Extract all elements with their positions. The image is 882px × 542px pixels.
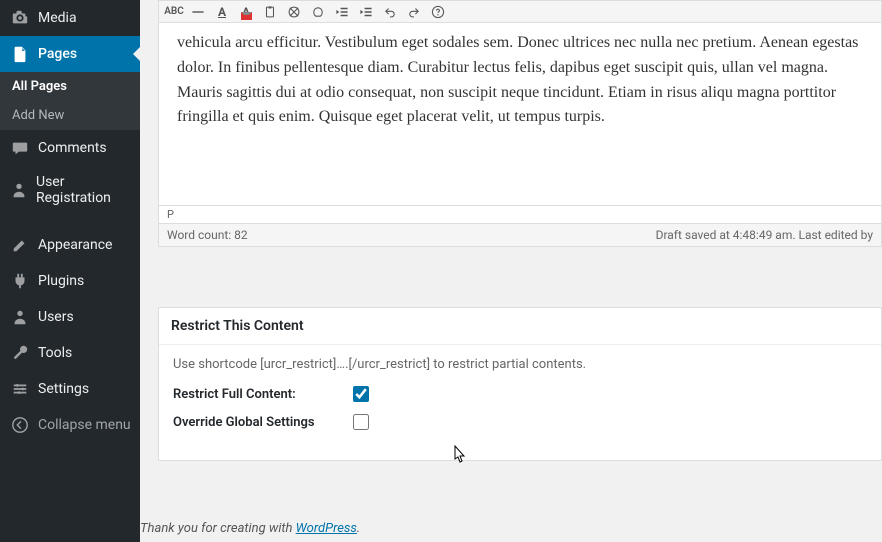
sidebar-subitem-add-new[interactable]: Add New [0,101,140,130]
restrict-full-content-checkbox[interactable] [353,386,369,402]
sidebar-item-appearance[interactable]: Appearance [0,227,140,263]
toolbar-indent[interactable] [355,2,377,22]
settings-icon [10,379,30,399]
users-icon [10,307,30,327]
appearance-icon [10,235,30,255]
override-global-settings-checkbox[interactable] [353,414,369,430]
media-icon [10,8,30,28]
sidebar-subitem-all-pages[interactable]: All Pages [0,72,140,101]
tools-icon [10,343,30,363]
toolbar-hr[interactable] [187,2,209,22]
sidebar-item-label: Comments [38,140,107,156]
restrict-full-content-label: Restrict Full Content: [173,387,353,402]
metabox-description: Use shortcode [urcr_restrict]….[/urcr_re… [173,357,867,372]
admin-footer: Thank you for creating with WordPress. [140,513,882,542]
toolbar-spellcheck[interactable]: ABC [163,2,185,22]
sidebar-item-user-registration[interactable]: User Registration [0,166,140,214]
footer-text-prefix: Thank you for creating with [140,521,296,536]
draft-saved-status: Draft saved at 4:48:49 am. Last edited b… [656,228,873,242]
pages-icon [10,44,30,64]
sidebar-item-pages[interactable]: Pages [0,36,140,72]
toolbar-outdent[interactable] [331,2,353,22]
editor-element-path[interactable]: P [159,205,881,223]
sidebar-submenu-pages: All Pages Add New [0,72,140,130]
comments-icon [10,138,30,158]
collapse-icon [10,415,30,435]
sidebar-item-label: Pages [38,46,77,62]
word-count: Word count: 82 [167,228,248,242]
toolbar-special-char[interactable] [307,2,329,22]
toolbar-redo[interactable] [403,2,425,22]
sidebar-item-comments[interactable]: Comments [0,130,140,166]
sidebar-item-tools[interactable]: Tools [0,335,140,371]
toolbar-clear-formatting[interactable] [283,2,305,22]
collapse-menu[interactable]: Collapse menu [0,407,140,443]
sidebar-item-label: Media [38,10,77,26]
editor-content[interactable]: vehicula arcu efficitur. Vestibulum eget… [159,23,881,205]
sidebar-item-label: Plugins [38,273,84,289]
editor-toolbar: ABC A A [159,1,881,23]
metabox-title[interactable]: Restrict This Content [159,308,881,345]
toolbar-underline[interactable]: A [211,2,233,22]
sidebar-item-label: Tools [38,345,72,361]
sidebar-item-label: Users [38,309,74,325]
toolbar-paste-text[interactable] [259,2,281,22]
sidebar-item-users[interactable]: Users [0,299,140,335]
footer-wordpress-link[interactable]: WordPress [296,521,357,536]
override-global-settings-label: Override Global Settings [173,415,353,430]
footer-text-suffix: . [357,521,360,536]
sidebar-item-plugins[interactable]: Plugins [0,263,140,299]
sidebar-item-settings[interactable]: Settings [0,371,140,407]
sidebar-item-label: Appearance [38,237,112,253]
editor-frame: ABC A A vehicula arcu efficitur. Vestibu… [158,0,882,247]
toolbar-undo[interactable] [379,2,401,22]
user-reg-icon [10,180,28,200]
admin-sidebar: Media Pages All Pages Add New Comments U… [0,0,140,542]
toolbar-text-color[interactable]: A [235,2,257,22]
restrict-content-metabox: Restrict This Content Use shortcode [urc… [158,307,882,461]
sidebar-item-media[interactable]: Media [0,0,140,36]
sidebar-item-label: User Registration [36,174,132,206]
plugins-icon [10,271,30,291]
sidebar-item-label: Settings [38,381,89,397]
toolbar-help[interactable] [427,2,449,22]
editor-status-bar: Word count: 82 Draft saved at 4:48:49 am… [159,223,881,246]
collapse-menu-label: Collapse menu [38,417,131,433]
